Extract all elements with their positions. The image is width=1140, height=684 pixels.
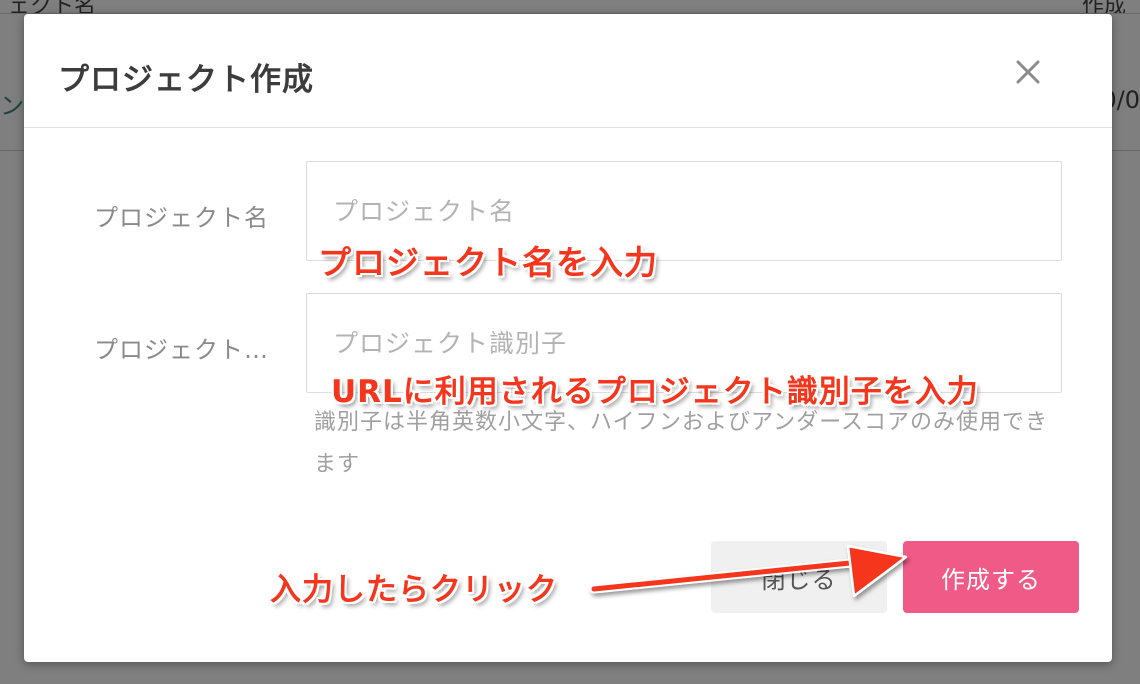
create-project-dialog: プロジェクト作成 プロジェクト名 プロジェクト… 識別子は半角英数小文字、ハイフ… xyxy=(24,14,1112,662)
close-button[interactable]: 閉じる xyxy=(711,541,887,613)
close-icon-glyph xyxy=(1016,60,1040,84)
project-name-label: プロジェクト名 xyxy=(94,204,269,232)
annotation-click-after-input: 入力したらクリック xyxy=(270,572,558,608)
dialog-header: プロジェクト作成 xyxy=(24,14,1112,128)
annotation-enter-identifier: URLに利用されるプロジェクト識別子を入力 xyxy=(331,374,979,410)
close-icon[interactable] xyxy=(1010,54,1046,90)
project-identifier-label: プロジェクト… xyxy=(94,336,269,364)
dialog-title: プロジェクト作成 xyxy=(58,62,314,98)
annotation-enter-project-name: プロジェクト名を入力 xyxy=(318,243,658,282)
create-button[interactable]: 作成する xyxy=(903,541,1079,613)
identifier-help-text: 識別子は半角英数小文字、ハイフンおよびアンダースコアのみ使用できます xyxy=(314,410,1049,477)
